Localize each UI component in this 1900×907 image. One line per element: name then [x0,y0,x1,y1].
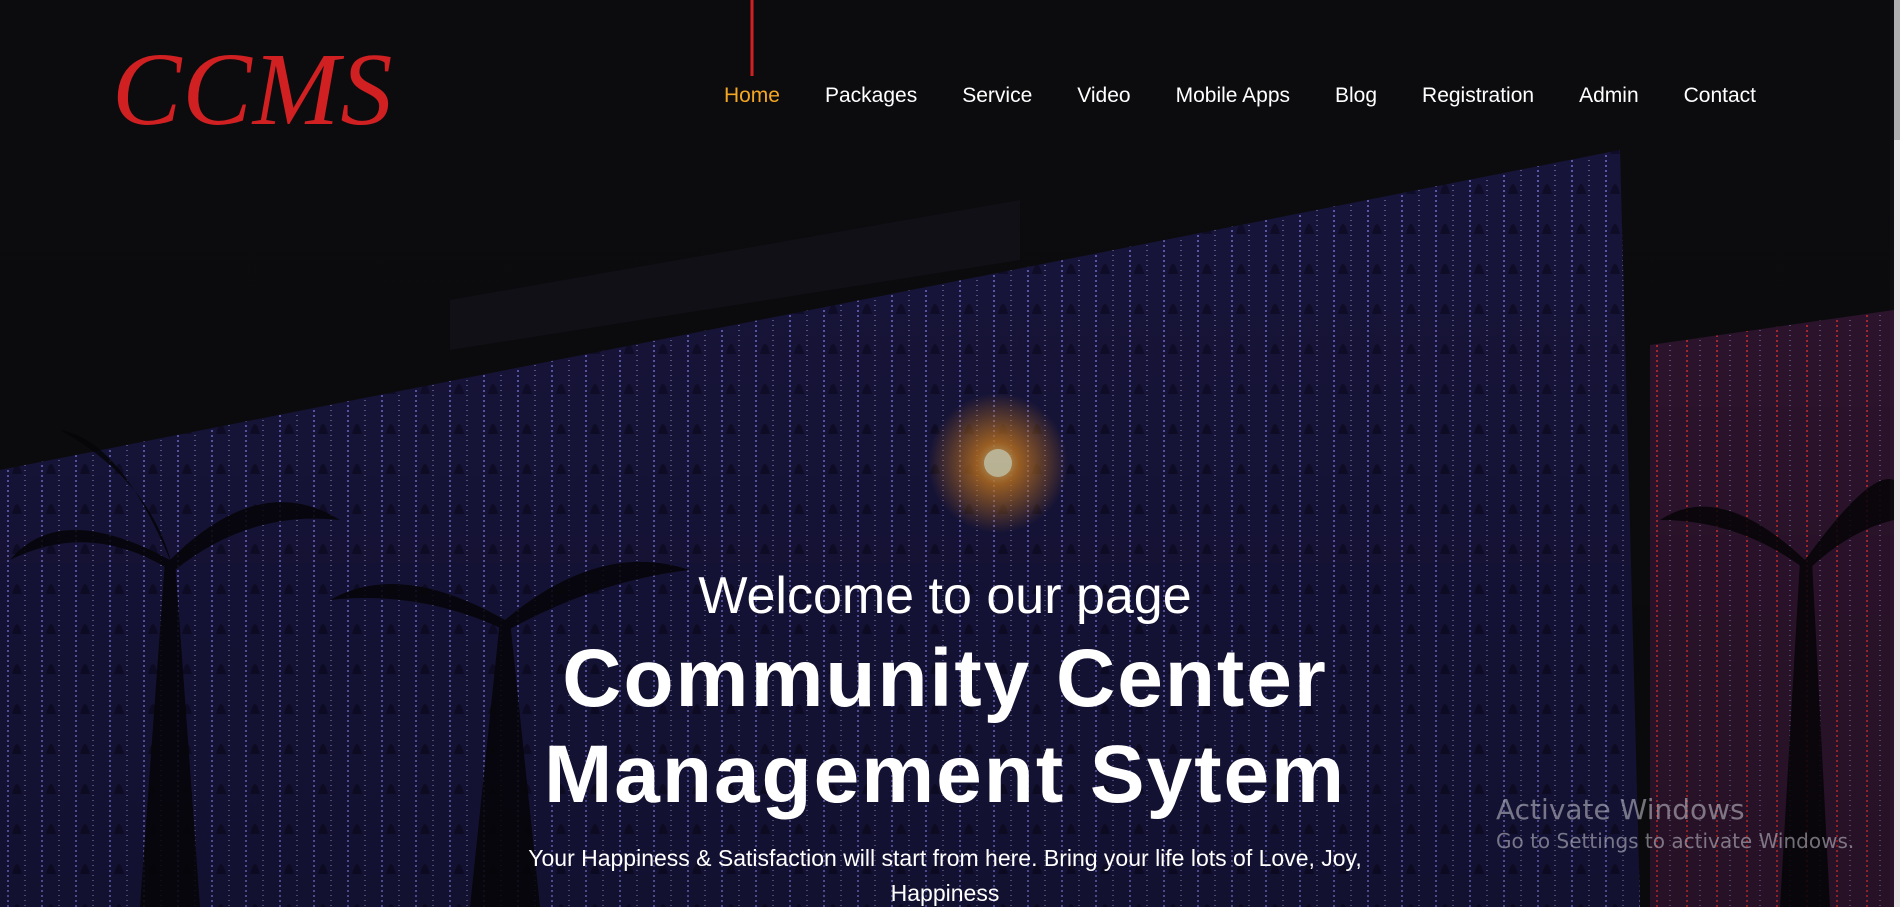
brand-logo[interactable]: CCMS [112,38,393,142]
scrollbar-thumb[interactable] [1894,0,1900,140]
nav-item-registration[interactable]: Registration [1422,84,1534,108]
page-scrollbar[interactable] [1894,0,1900,907]
nav-item-service[interactable]: Service [962,84,1032,108]
windows-activation-watermark: Activate Windows Go to Settings to activ… [1496,793,1854,855]
hero-section: CCMS Home Packages Service Video Mobile … [0,0,1894,907]
main-navigation: Home Packages Service Video Mobile Apps … [679,84,1756,108]
hero-text-block: Welcome to our page Community Center Man… [0,565,1890,907]
page: CCMS Home Packages Service Video Mobile … [0,0,1900,907]
nav-item-blog[interactable]: Blog [1335,84,1377,108]
hero-welcome-heading: Welcome to our page [698,567,1192,625]
nav-item-admin[interactable]: Admin [1579,84,1639,108]
nav-item-mobile-apps[interactable]: Mobile Apps [1176,84,1290,108]
nav-item-contact[interactable]: Contact [1684,84,1756,108]
watermark-title: Activate Windows [1496,793,1745,826]
nav-item-packages[interactable]: Packages [825,84,917,108]
hero-title: Community Center Management Sytem [543,633,1347,821]
watermark-subtitle: Go to Settings to activate Windows. [1496,829,1855,853]
hero-tagline: Your Happiness & Satisfaction will start… [528,845,1362,907]
nav-item-video[interactable]: Video [1077,84,1130,108]
nav-item-home[interactable]: Home [724,84,780,108]
